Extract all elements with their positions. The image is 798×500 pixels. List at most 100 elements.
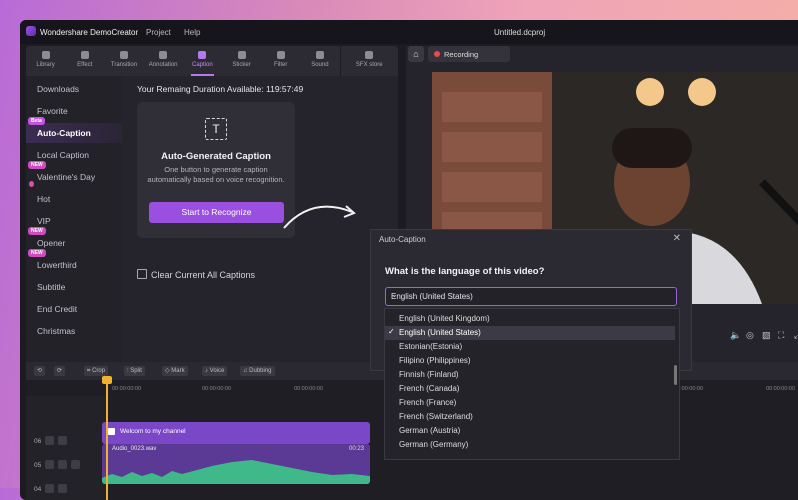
audio-clip-name: Audio_0023.wav	[112, 446, 157, 452]
audio-clip-time: 00:23	[348, 446, 364, 452]
option-de-at[interactable]: German (Austria)	[385, 424, 675, 438]
tab-sfx-store[interactable]: SFX store	[339, 46, 399, 76]
mark-tool[interactable]: ◇ Mark	[162, 366, 188, 376]
clear-captions-row[interactable]: Clear Current All Captions	[137, 269, 255, 280]
undo-icon[interactable]: ⟲	[34, 366, 46, 376]
lock-icon[interactable]	[45, 460, 55, 469]
new-badge: NEW	[28, 227, 46, 235]
redo-icon[interactable]: ⟳	[54, 366, 66, 376]
sidebar-item-downloads[interactable]: Downloads	[26, 79, 122, 99]
app-name: Wondershare DemoCreator	[40, 28, 139, 37]
menu-project[interactable]: Project	[146, 28, 171, 37]
caption-clip[interactable]: Welcom to my channel	[102, 422, 370, 444]
app-logo-icon	[26, 26, 36, 36]
tab-effect[interactable]: Effect	[65, 46, 104, 76]
track-06: 06	[34, 436, 68, 445]
option-en-gb[interactable]: English (United Kingdom)	[385, 312, 675, 326]
option-fr-ca[interactable]: French (Canada)	[385, 382, 675, 396]
track-04: 04	[34, 484, 68, 493]
playhead[interactable]	[102, 376, 112, 500]
card-description: One button to generate caption automatic…	[147, 165, 285, 184]
language-dropdown: English (United Kingdom) ✓ English (Unite…	[384, 308, 680, 460]
split-tool-icon: ⫶	[127, 368, 129, 374]
auto-caption-card: T Auto-Generated Caption One button to g…	[137, 102, 295, 238]
recording-button[interactable]: Recording	[428, 46, 510, 62]
sidebar-item-auto-caption[interactable]: Beta Auto-Caption	[26, 117, 122, 143]
eye-icon[interactable]	[58, 436, 68, 445]
start-to-recognize-button[interactable]: Start to Recognize	[149, 202, 284, 223]
menu-help[interactable]: Help	[184, 28, 200, 37]
remaining-duration: Your Remaing Duration Available: 119:57:…	[137, 84, 304, 94]
caption-icon	[198, 51, 207, 59]
volume-icon[interactable]: 🔈	[730, 330, 741, 341]
speaker-icon[interactable]	[71, 460, 81, 469]
beta-badge: Beta	[28, 117, 45, 125]
card-title: Auto-Generated Caption	[161, 151, 271, 162]
chevron-down-icon: ⌄	[391, 290, 398, 299]
language-select[interactable]: English (United States) ⌄	[385, 287, 677, 306]
voice-tool[interactable]: ♪ Voice	[202, 366, 228, 376]
filter-icon	[276, 51, 285, 59]
clear-captions-checkbox[interactable]	[137, 269, 147, 279]
dubbing-tool-icon: ♫	[243, 368, 248, 374]
sidebar-item-lowerthird[interactable]: NEW Lowerthird	[26, 249, 122, 275]
sidebar-item-valentines-day[interactable]: NEW Valentine's Day	[26, 161, 122, 187]
dialog-title: Auto-Caption	[379, 235, 426, 244]
option-en-us[interactable]: ✓ English (United States)	[385, 326, 675, 340]
lock-icon[interactable]	[45, 436, 55, 445]
library-icon	[41, 51, 50, 59]
voice-tool-icon: ♪	[205, 368, 208, 374]
sticker-icon	[237, 51, 246, 59]
eye-icon[interactable]	[58, 484, 68, 493]
new-badge: NEW	[28, 161, 46, 169]
tab-filter[interactable]: Filter	[261, 46, 300, 76]
lock-icon[interactable]	[45, 484, 55, 493]
transition-icon	[119, 51, 128, 59]
playhead-handle[interactable]	[102, 376, 112, 384]
option-fil-ph[interactable]: Filipino (Philippines)	[385, 354, 675, 368]
new-badge: NEW	[28, 249, 46, 257]
effect-icon	[80, 51, 89, 59]
sound-icon	[315, 51, 324, 59]
sidebar-item-end-credit[interactable]: End Credit	[26, 299, 122, 319]
option-fi-fi[interactable]: Finnish (Finland)	[385, 368, 675, 382]
tab-library[interactable]: Library	[26, 46, 65, 76]
crop-icon[interactable]: ▧	[762, 330, 771, 341]
track-headers: 06 05 04	[26, 396, 106, 500]
split-tool[interactable]: ⫶ Split	[124, 366, 145, 376]
option-et-ee[interactable]: Estonian(Estonia)	[385, 340, 675, 354]
text-caption-icon: T	[205, 118, 227, 140]
home-icon[interactable]: ⌂	[408, 46, 424, 62]
crop-tool[interactable]: ⌗ Crop	[84, 366, 109, 376]
app-window: Wondershare DemoCreator Project Help Unt…	[20, 20, 798, 500]
caption-sidebar: Downloads Favorite Beta Auto-Caption Loca…	[26, 76, 122, 364]
sidebar-item-hot[interactable]: Hot	[26, 181, 122, 209]
tab-transition[interactable]: Transition	[104, 46, 143, 76]
fullscreen-icon[interactable]: ⛶	[778, 330, 784, 341]
tab-caption[interactable]: Caption	[183, 46, 222, 76]
screenshot-icon[interactable]: ◎	[746, 330, 754, 341]
mark-tool-icon: ◇	[165, 368, 170, 374]
audio-clip[interactable]: Audio_0023.wav 00:23	[102, 444, 370, 484]
tab-sticker[interactable]: Sticker	[222, 46, 261, 76]
tab-annotation[interactable]: Annotation	[144, 46, 183, 76]
record-dot-icon	[434, 51, 440, 57]
check-icon: ✓	[388, 327, 395, 336]
option-fr-fr[interactable]: French (France)	[385, 396, 675, 410]
pointer-arrow-icon	[283, 205, 356, 229]
sidebar-item-christmas[interactable]: Christmas	[26, 321, 122, 341]
eye-icon[interactable]	[58, 460, 68, 469]
option-de-de[interactable]: German (Germany)	[385, 438, 675, 452]
sidebar-item-subtitle[interactable]: Subtitle	[26, 277, 122, 297]
option-fr-ch[interactable]: French (Switzerland)	[385, 410, 675, 424]
expand-icon[interactable]: ⤢	[794, 330, 798, 341]
crop-tool-icon: ⌗	[87, 368, 91, 374]
project-filename: Untitled.dcproj	[494, 28, 546, 37]
track-05: 05	[34, 460, 81, 469]
title-bar: Wondershare DemoCreator Project Help Unt…	[20, 20, 798, 44]
dubbing-tool[interactable]: ♫ Dubbing	[240, 366, 275, 376]
caption-clip-icon	[108, 428, 115, 435]
dropdown-scrollbar[interactable]	[674, 365, 677, 385]
close-icon[interactable]: ✕	[673, 233, 681, 244]
tab-sound[interactable]: Sound	[300, 46, 339, 76]
